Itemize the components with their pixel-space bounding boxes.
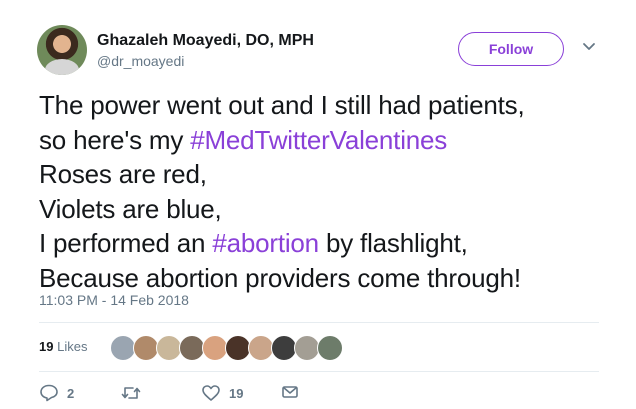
tweet-line: The power went out and I still had patie… — [39, 90, 525, 120]
author-block: Ghazaleh Moayedi, DO, MPH @dr_moayedi — [97, 31, 314, 70]
like-count: 19 — [229, 385, 244, 401]
tweet-line: so here's my #MedTwitterValentines — [39, 123, 619, 158]
retweet-icon — [121, 387, 141, 399]
reply-icon — [40, 384, 58, 402]
retweet-button[interactable] — [121, 384, 149, 402]
tweet-text: The power went out and I still had patie… — [39, 88, 619, 295]
tweet-line: I performed an #abortion by flashlight, — [39, 226, 619, 261]
divider — [39, 322, 599, 323]
reply-button[interactable]: 2 — [39, 384, 74, 402]
hashtag-link[interactable]: #MedTwitterValentines — [190, 125, 447, 155]
heart-icon — [202, 385, 220, 401]
like-button[interactable]: 19 — [201, 384, 243, 402]
tweet-card: Ghazaleh Moayedi, DO, MPH @dr_moayedi Fo… — [0, 0, 636, 409]
chevron-down-icon[interactable] — [581, 40, 597, 54]
likes-label: Likes — [57, 339, 88, 354]
likes-count: 19 — [39, 339, 54, 354]
divider — [39, 371, 599, 372]
follow-button[interactable]: Follow — [458, 32, 564, 66]
tweet-timestamp[interactable]: 11:03 PM - 14 Feb 2018 — [39, 292, 189, 308]
tweet-line: Violets are blue, — [39, 193, 222, 224]
author-avatar[interactable] — [37, 25, 87, 75]
author-display-name[interactable]: Ghazaleh Moayedi, DO, MPH — [97, 31, 314, 51]
author-handle[interactable]: @dr_moayedi — [97, 52, 314, 70]
reply-count: 2 — [67, 385, 75, 401]
likes-summary[interactable]: 19 Likes — [39, 339, 87, 354]
tweet-line: Roses are red, — [39, 159, 207, 189]
hashtag-link[interactable]: #abortion — [212, 228, 319, 258]
tweet-line: Because abortion providers come through! — [39, 262, 521, 293]
envelope-icon — [282, 386, 298, 398]
tweet-line-suffix: by flashlight, — [318, 228, 468, 258]
tweet-line-prefix: so here's my — [39, 124, 191, 155]
tweet-line-prefix: I performed an — [39, 228, 213, 258]
direct-message-button[interactable] — [281, 384, 299, 400]
liker-avatar[interactable] — [317, 335, 343, 361]
avatar-shoulders — [45, 59, 79, 75]
